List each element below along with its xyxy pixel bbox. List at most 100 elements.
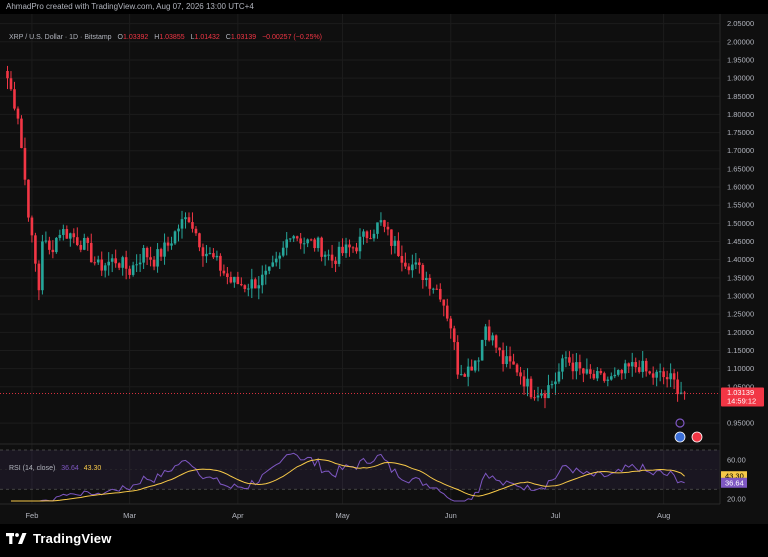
candle-body	[390, 229, 393, 246]
candle-body	[184, 217, 187, 220]
candle-body	[330, 254, 334, 261]
candle-body	[662, 371, 665, 378]
candle-body	[418, 262, 421, 265]
candle-body	[533, 397, 536, 399]
candle-body	[240, 284, 243, 286]
price-tick-label: 1.35000	[727, 273, 754, 282]
rsi-tick-label: 20.00	[727, 495, 746, 504]
price-tick-label: 0.95000	[727, 419, 754, 428]
candle-body	[543, 393, 547, 399]
candle-body	[142, 247, 145, 263]
economic-event-icon[interactable]	[691, 431, 703, 443]
candle-body	[393, 240, 397, 246]
candle-body	[48, 240, 51, 250]
candle-body	[75, 237, 79, 246]
candle-body	[271, 262, 275, 267]
time-tick-label: Apr	[232, 511, 244, 520]
candle-body	[536, 395, 540, 398]
chart-credit: AhmadPro created with TradingView.com, A…	[0, 0, 768, 14]
candle-body	[585, 369, 589, 374]
price-tick-label: 1.95000	[727, 55, 754, 64]
candle-body	[34, 235, 37, 264]
price-tick-label: 1.70000	[727, 146, 754, 155]
candle-body	[96, 259, 100, 263]
candle-body	[428, 277, 432, 289]
candle-body	[637, 367, 641, 372]
candle-body	[152, 259, 156, 267]
symbol-legend: XRP / U.S. Dollar · 1D · Bitstamp O1.033…	[9, 34, 322, 41]
candle-body	[86, 237, 90, 243]
candle-body	[470, 366, 473, 371]
time-tick-label: Mar	[123, 511, 136, 520]
change-value: −0.00257 (−0.25%)	[262, 34, 323, 41]
economic-event-icon[interactable]	[674, 431, 686, 443]
candle-body	[623, 363, 627, 374]
candle-body	[561, 358, 564, 372]
price-tick-label: 2.05000	[727, 19, 754, 28]
candle-body	[274, 258, 278, 263]
candle-body	[459, 374, 463, 376]
rsi-tag-label: 36.64	[725, 478, 744, 487]
candle-body	[201, 247, 205, 257]
tradingview-logo[interactable]: TradingView	[6, 531, 112, 546]
candle-body	[421, 264, 425, 281]
candle-body	[348, 244, 351, 248]
candle-body	[16, 108, 20, 119]
candle-body	[226, 273, 229, 278]
price-tick-label: 1.10000	[727, 364, 754, 373]
candle-body	[411, 264, 414, 271]
rsi-tick-label: 60.00	[727, 455, 746, 464]
price-tick-label: 1.45000	[727, 237, 754, 246]
candlestick-chart[interactable]: 60.00 20.00 43.30 36.64 2.05000 2.00000 1.950…	[0, 14, 768, 524]
candle-body	[529, 378, 533, 398]
candle-body	[498, 347, 501, 351]
candle-body	[519, 372, 522, 377]
candle-body	[79, 245, 83, 250]
candle-body	[20, 118, 23, 149]
candle-body	[526, 378, 529, 387]
candle-body	[41, 241, 44, 291]
candle-body	[620, 370, 624, 374]
candle-body	[442, 299, 446, 306]
candle-body	[30, 217, 34, 236]
candle-body	[253, 279, 257, 289]
candle-body	[362, 231, 365, 237]
candle-body	[191, 222, 194, 229]
time-tick-label: Feb	[25, 511, 38, 520]
candle-body	[613, 374, 617, 377]
candle-body	[222, 270, 226, 274]
candle-body	[425, 277, 428, 281]
candle-body	[564, 357, 568, 359]
candle-body	[480, 339, 484, 361]
candle-body	[512, 361, 515, 365]
tradingview-logo-icon	[6, 532, 27, 544]
candle-body	[341, 246, 344, 254]
candle-body	[250, 279, 254, 289]
candle-body	[630, 362, 634, 367]
candle-body	[609, 376, 613, 380]
candle-body	[397, 240, 400, 257]
candle-body	[355, 247, 358, 252]
candle-body	[100, 259, 104, 271]
price-tick-label: 1.85000	[727, 92, 754, 101]
candle-body	[515, 364, 519, 373]
candle-body	[320, 237, 323, 257]
candle-body	[278, 255, 282, 259]
candle-body	[156, 249, 159, 267]
candle-body	[292, 236, 295, 239]
chart-panel[interactable]: 60.00 20.00 43.30 36.64 2.05000 2.00000 1.950…	[0, 14, 768, 524]
rsi-ma-value: 43.30	[83, 465, 102, 472]
candle-body	[404, 262, 407, 267]
candle-body	[582, 368, 585, 374]
candle-body	[281, 247, 285, 256]
time-tick-label: Aug	[657, 511, 670, 520]
candle-body	[351, 247, 355, 249]
candle-body	[477, 360, 480, 362]
candle-body	[55, 237, 58, 253]
candle-body	[568, 357, 571, 363]
candle-body	[145, 247, 149, 258]
candle-body	[634, 362, 638, 368]
candle-body	[323, 254, 327, 257]
candle-body	[376, 222, 379, 234]
candle-body	[501, 350, 505, 365]
